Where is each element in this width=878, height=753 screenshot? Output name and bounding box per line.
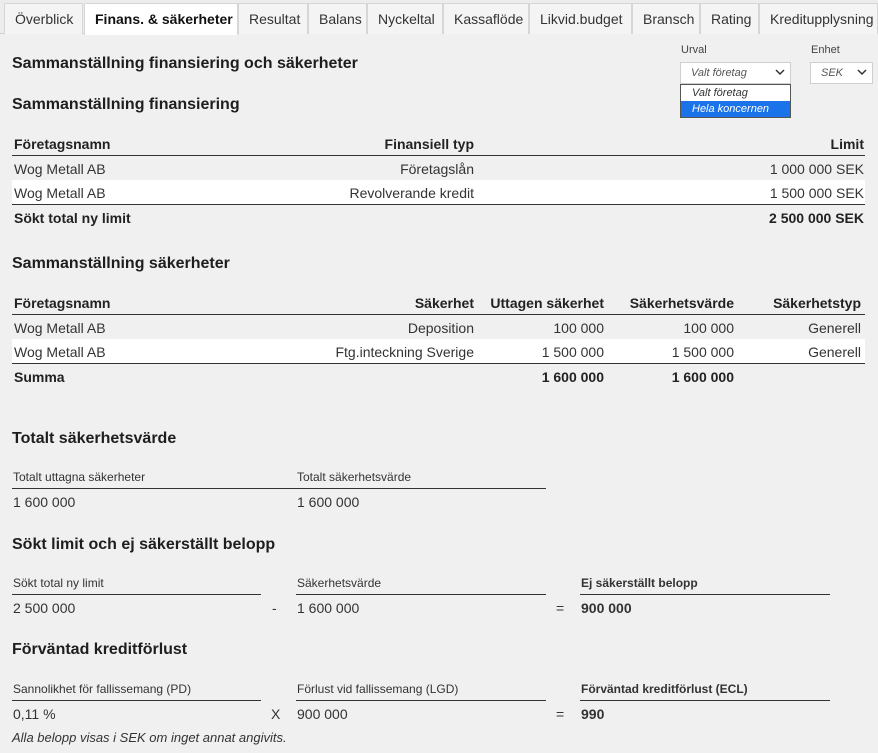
financing-header-type: Finansiell typ	[384, 136, 474, 152]
ecl-result-label: Förväntad kreditförlust (ECL)	[581, 682, 748, 696]
collateral-header-rule	[12, 314, 865, 315]
financing-header-rule	[12, 155, 865, 156]
collateral-cell-type: Generell	[808, 320, 861, 336]
collateral-cell-taken: 1 500 000	[541, 344, 604, 360]
enhet-select-value: SEK	[821, 67, 844, 79]
unsecured-limit-label: Sökt total ny limit	[13, 576, 104, 590]
unsecured-result-value: 900 000	[581, 600, 632, 616]
unsecured-limit-rule	[12, 594, 261, 595]
financing-total-value: 2 500 000 SEK	[769, 210, 864, 226]
unsecured-title: Sökt limit och ej säkerställt belopp	[12, 536, 276, 553]
unsecured-coll-label: Säkerhetsvärde	[297, 576, 382, 590]
tab-bar: Överblick Finans. & säkerheter Resultat …	[0, 0, 878, 35]
unsecured-coll-value: 1 600 000	[297, 600, 360, 616]
total-value-value: 1 600 000	[297, 494, 360, 510]
collateral-sum-label: Summa	[14, 369, 65, 385]
tab-nyckeltal[interactable]: Nyckeltal	[367, 3, 443, 34]
ecl-title: Förväntad kreditförlust	[12, 641, 188, 658]
collateral-sum-taken: 1 600 000	[541, 369, 604, 385]
tab-balans[interactable]: Balans	[308, 3, 367, 34]
footnote: Alla belopp visas i SEK om inget annat a…	[12, 730, 287, 745]
tab-bransch[interactable]: Bransch	[632, 3, 700, 34]
collateral-header-security: Säkerhet	[414, 295, 474, 311]
ecl-pd-value: 0,11 %	[13, 706, 56, 722]
collateral-cell-value: 100 000	[683, 320, 734, 336]
collateral-cell-security: Ftg.inteckning Sverige	[335, 344, 474, 360]
financing-cell-limit: 1 000 000 SEK	[769, 161, 864, 177]
total-collateral-rule	[12, 488, 546, 489]
financing-total-rule	[12, 204, 865, 205]
financing-header-limit: Limit	[830, 136, 864, 152]
financing-cell-type: Företagslån	[400, 161, 474, 177]
enhet-select[interactable]: SEK	[810, 62, 873, 84]
total-collateral-title: Totalt säkerhetsvärde	[12, 430, 177, 447]
collateral-cell-company: Wog Metall AB	[14, 320, 106, 336]
collateral-header-value: Säkerhetsvärde	[629, 295, 734, 311]
collateral-cell-taken: 100 000	[553, 320, 604, 336]
urval-select-value: Valt företag	[691, 67, 747, 79]
times-operator: X	[271, 706, 281, 722]
collateral-cell-company: Wog Metall AB	[14, 344, 106, 360]
unsecured-coll-rule	[296, 594, 546, 595]
financing-cell-limit: 1 500 000 SEK	[769, 185, 864, 201]
tab-rating[interactable]: Rating	[700, 3, 759, 34]
collateral-header-company: Företagsnamn	[14, 295, 111, 311]
urval-label: Urval	[681, 44, 707, 56]
tab-likvid-budget[interactable]: Likvid.budget	[529, 3, 632, 34]
financing-cell-type: Revolverande kredit	[349, 185, 474, 201]
tab-overblick[interactable]: Överblick	[4, 3, 83, 34]
unsecured-limit-value: 2 500 000	[13, 600, 76, 616]
tab-kassaflode[interactable]: Kassaflöde	[443, 3, 529, 34]
minus-operator: -	[272, 600, 277, 616]
collateral-sum-value: 1 600 000	[671, 369, 734, 385]
equals-operator: =	[556, 706, 565, 722]
financing-total-label: Sökt total ny limit	[14, 210, 131, 226]
collateral-header-taken: Uttagen säkerhet	[490, 295, 604, 311]
tab-finans-sakerheter[interactable]: Finans. & säkerheter	[84, 3, 238, 35]
tab-kreditupplysning[interactable]: Kreditupplysning	[759, 3, 878, 34]
ecl-pd-rule	[12, 700, 261, 701]
financing-cell-company: Wog Metall AB	[14, 185, 106, 201]
urval-option-valt-foretag[interactable]: Valt företag	[681, 85, 790, 101]
enhet-label: Enhet	[811, 44, 840, 56]
collateral-cell-type: Generell	[808, 344, 861, 360]
ecl-lgd-value: 900 000	[297, 706, 348, 722]
collateral-header-type: Säkerhetstyp	[773, 295, 861, 311]
chevron-down-icon	[775, 69, 785, 76]
collateral-title: Sammanställning säkerheter	[12, 255, 230, 272]
total-taken-label: Totalt uttagna säkerheter	[13, 470, 146, 484]
ecl-result-rule	[580, 700, 830, 701]
ecl-result-value: 990	[581, 706, 605, 722]
tab-resultat[interactable]: Resultat	[238, 3, 308, 34]
urval-dropdown: Valt företag Hela koncernen	[680, 84, 791, 118]
financing-header-company: Företagsnamn	[14, 136, 111, 152]
chevron-down-icon	[857, 69, 867, 76]
urval-select[interactable]: Valt företag	[680, 62, 791, 84]
unsecured-result-label: Ej säkerställt belopp	[581, 576, 698, 590]
ecl-pd-label: Sannolikhet för fallissemang (PD)	[13, 682, 192, 696]
equals-operator: =	[556, 600, 565, 616]
collateral-cell-value: 1 500 000	[671, 344, 734, 360]
collateral-cell-security: Deposition	[407, 320, 474, 336]
total-taken-value: 1 600 000	[13, 494, 76, 510]
collateral-sum-rule	[12, 363, 865, 364]
unsecured-result-rule	[580, 594, 830, 595]
ecl-lgd-label: Förlust vid fallissemang (LGD)	[297, 682, 459, 696]
financing-cell-company: Wog Metall AB	[14, 161, 106, 177]
urval-option-hela-koncernen[interactable]: Hela koncernen	[681, 101, 790, 117]
page-title: Sammanställning finansiering och säkerhe…	[12, 55, 358, 72]
ecl-lgd-rule	[296, 700, 546, 701]
financing-title: Sammanställning finansiering	[12, 96, 240, 113]
total-value-label: Totalt säkerhetsvärde	[297, 470, 412, 484]
